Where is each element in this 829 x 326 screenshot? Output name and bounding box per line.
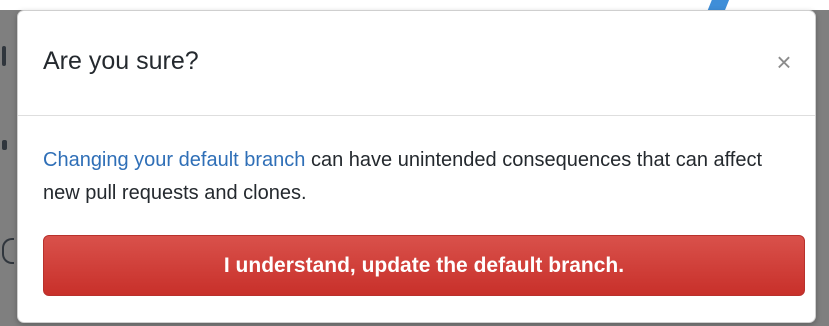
dialog-title: Are you sure? <box>43 47 199 75</box>
dialog-header: Are you sure? × <box>18 11 815 116</box>
edge-mark <box>2 238 14 264</box>
confirm-update-default-branch-button[interactable]: I understand, update the default branch. <box>43 235 805 296</box>
edge-mark <box>2 140 7 150</box>
page-top-strip <box>0 0 829 10</box>
dialog-body: Changing your default branch can have un… <box>43 144 803 210</box>
edge-mark <box>2 46 6 66</box>
default-branch-link[interactable]: Changing your default branch <box>43 149 305 171</box>
close-button[interactable]: × <box>771 49 797 75</box>
close-icon: × <box>776 47 792 77</box>
confirmation-dialog: Are you sure? × Changing your default br… <box>17 10 816 323</box>
confirm-button-label: I understand, update the default branch. <box>223 253 625 277</box>
